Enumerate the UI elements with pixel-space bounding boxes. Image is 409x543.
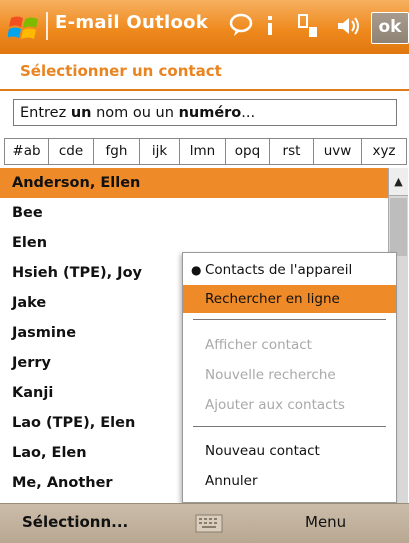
scroll-up-arrow-icon[interactable]: ▲ — [389, 168, 408, 196]
list-item-selected[interactable]: Anderson, Ellen — [0, 168, 388, 198]
keyboard-icon[interactable] — [195, 514, 223, 533]
menu-item-label: Nouveau contact — [205, 443, 320, 459]
left-softkey[interactable]: Sélectionn... — [22, 513, 128, 531]
menu-item-label: Rechercher en ligne — [205, 291, 340, 307]
context-menu: ● Contacts de l'appareil Rechercher en l… — [182, 252, 397, 503]
tab-ab[interactable]: #ab — [4, 138, 48, 165]
menu-item-label: Afficher contact — [205, 337, 312, 353]
search-input[interactable]: Entrez un nom ou un numéro... — [13, 99, 397, 126]
header-divider — [0, 89, 409, 91]
menu-item-cancel[interactable]: Annuler — [183, 467, 396, 495]
title-separator — [46, 12, 48, 40]
search-placeholder-part: un — [70, 105, 92, 121]
windows-start-icon[interactable] — [8, 12, 42, 44]
alphabet-tabs: #ab cde fgh ijk lmn opq rst uvw xyz — [4, 138, 407, 165]
menu-divider — [193, 319, 386, 320]
tab-rst[interactable]: rst — [269, 138, 313, 165]
menu-item-new-contact[interactable]: Nouveau contact — [183, 437, 396, 465]
menu-item-search-online[interactable]: Rechercher en ligne — [183, 285, 396, 313]
scroll-thumb[interactable] — [390, 198, 407, 256]
app-title: E-mail Outlook — [55, 12, 209, 33]
menu-item-label: Nouvelle recherche — [205, 367, 336, 383]
menu-item-label: Ajouter aux contacts — [205, 397, 345, 413]
search-placeholder-part: Entrez — [20, 105, 71, 121]
menu-item-new-search: Nouvelle recherche — [183, 361, 396, 389]
search-placeholder-part: numéro — [178, 105, 242, 121]
volume-icon[interactable] — [334, 12, 362, 40]
softkey-bar: Sélectionn... Menu — [0, 503, 409, 543]
bullet-icon: ● — [191, 263, 202, 277]
connectivity-icon[interactable] — [296, 12, 322, 40]
page-header: Sélectionner un contact — [0, 54, 409, 90]
tab-lmn[interactable]: lmn — [179, 138, 225, 165]
page-title: Sélectionner un contact — [20, 62, 222, 80]
list-item[interactable]: Bee — [0, 198, 388, 228]
search-placeholder-part: ... — [241, 105, 256, 121]
search-placeholder-part: nom ou un — [91, 105, 179, 121]
menu-item-show-contact: Afficher contact — [183, 331, 396, 359]
signal-icon[interactable] — [262, 12, 278, 40]
tab-cde[interactable]: cde — [48, 138, 93, 165]
chat-icon[interactable] — [228, 12, 254, 40]
tab-uvw[interactable]: uvw — [313, 138, 361, 165]
menu-item-add-to-contacts: Ajouter aux contacts — [183, 391, 396, 419]
tab-opq[interactable]: opq — [225, 138, 269, 165]
tab-xyz[interactable]: xyz — [361, 138, 407, 165]
menu-item-label: Annuler — [205, 473, 258, 489]
menu-divider — [193, 426, 386, 427]
menu-item-label: Contacts de l'appareil — [205, 262, 353, 278]
menu-softkey[interactable]: Menu — [305, 513, 346, 531]
title-bar: E-mail Outlook ok — [0, 0, 409, 54]
menu-item-device-contacts[interactable]: ● Contacts de l'appareil — [183, 256, 396, 284]
ok-button[interactable]: ok — [371, 12, 409, 44]
tab-ijk[interactable]: ijk — [139, 138, 179, 165]
tab-fgh[interactable]: fgh — [93, 138, 139, 165]
